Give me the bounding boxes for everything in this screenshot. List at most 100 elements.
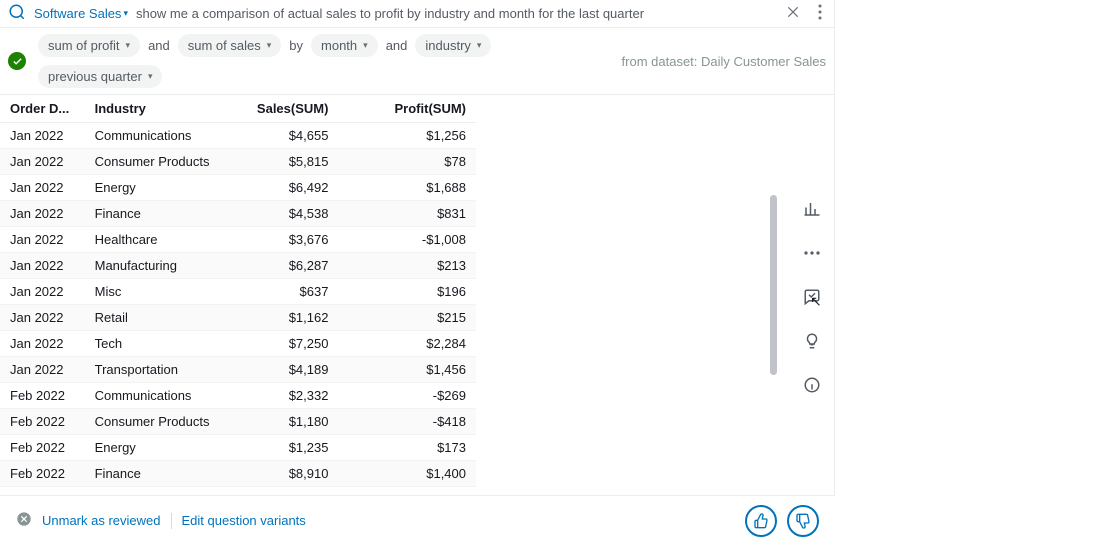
cell-profit: $196 xyxy=(338,279,476,305)
cell-date: Jan 2022 xyxy=(0,201,85,227)
feedback-icon[interactable] xyxy=(798,283,826,311)
cell-date: Feb 2022 xyxy=(0,461,85,487)
table-row[interactable]: Feb 2022Finance$8,910$1,400 xyxy=(0,461,476,487)
cell-date: Jan 2022 xyxy=(0,305,85,331)
chip-sum-of-sales[interactable]: sum of sales▾ xyxy=(178,34,282,57)
footer-bar: Unmark as reviewed Edit question variant… xyxy=(0,495,835,545)
col-order-date[interactable]: Order D... xyxy=(0,95,85,123)
table-row[interactable]: Jan 2022Consumer Products$5,815$78 xyxy=(0,149,476,175)
cell-sales: $4,189 xyxy=(233,357,339,383)
check-circle-icon xyxy=(8,52,26,70)
col-profit[interactable]: Profit(SUM) xyxy=(338,95,476,123)
connector-and-2: and xyxy=(386,38,408,53)
unmark-reviewed-link[interactable]: Unmark as reviewed xyxy=(42,513,161,528)
close-icon[interactable] xyxy=(780,3,806,24)
chip-month[interactable]: month▾ xyxy=(311,34,378,57)
cell-profit: -$418 xyxy=(338,409,476,435)
table-row[interactable]: Jan 2022Healthcare$3,676-$1,008 xyxy=(0,227,476,253)
kebab-menu-icon[interactable] xyxy=(814,2,826,25)
info-icon[interactable] xyxy=(798,371,826,399)
cell-profit: $1,688 xyxy=(338,175,476,201)
cell-sales: $4,655 xyxy=(233,123,339,149)
caret-down-icon: ▾ xyxy=(363,40,368,51)
cell-date: Feb 2022 xyxy=(0,435,85,461)
kw-actual-sales[interactable]: actual sales xyxy=(288,6,357,21)
table-row[interactable]: Jan 2022Energy$6,492$1,688 xyxy=(0,175,476,201)
cell-date: Jan 2022 xyxy=(0,253,85,279)
caret-down-icon: ▾ xyxy=(126,40,131,51)
table-row[interactable]: Jan 2022Transportation$4,189$1,456 xyxy=(0,357,476,383)
quicksight-q-icon xyxy=(8,3,26,24)
cell-industry: Consumer Products xyxy=(85,409,233,435)
table-row[interactable]: Jan 2022Finance$4,538$831 xyxy=(0,201,476,227)
cell-sales: $6,492 xyxy=(233,175,339,201)
caret-down-icon: ▾ xyxy=(123,8,128,19)
cell-date: Jan 2022 xyxy=(0,357,85,383)
cell-profit: $2,284 xyxy=(338,331,476,357)
more-icon[interactable] xyxy=(798,239,826,267)
cell-date: Jan 2022 xyxy=(0,175,85,201)
cell-industry: Tech xyxy=(85,331,233,357)
cell-date: Feb 2022 xyxy=(0,383,85,409)
results-table-wrap[interactable]: Order D... Industry Sales(SUM) Profit(SU… xyxy=(0,95,476,545)
query-text[interactable]: show me a comparison of actual sales to … xyxy=(136,6,772,21)
cell-profit: $78 xyxy=(338,149,476,175)
kw-industry[interactable]: industry xyxy=(424,6,470,21)
side-action-icons xyxy=(798,195,826,399)
table-row[interactable]: Jan 2022Communications$4,655$1,256 xyxy=(0,123,476,149)
connector-and: and xyxy=(148,38,170,53)
chart-icon[interactable] xyxy=(798,195,826,223)
thumbs-up-button[interactable] xyxy=(745,505,777,537)
edit-variants-link[interactable]: Edit question variants xyxy=(182,513,306,528)
cell-profit: $1,400 xyxy=(338,461,476,487)
cell-sales: $6,287 xyxy=(233,253,339,279)
col-industry[interactable]: Industry xyxy=(85,95,233,123)
cell-profit: $215 xyxy=(338,305,476,331)
caret-down-icon: ▾ xyxy=(477,40,482,51)
cell-industry: Consumer Products xyxy=(85,149,233,175)
cell-industry: Communications xyxy=(85,123,233,149)
dataset-info: from dataset: Daily Customer Sales xyxy=(622,54,826,69)
cell-profit: $173 xyxy=(338,435,476,461)
kw-quarter[interactable]: quarter xyxy=(603,6,644,21)
cell-profit: $831 xyxy=(338,201,476,227)
table-row[interactable]: Feb 2022Consumer Products$1,180-$418 xyxy=(0,409,476,435)
table-row[interactable]: Jan 2022Misc$637$196 xyxy=(0,279,476,305)
cell-industry: Healthcare xyxy=(85,227,233,253)
thumbs-down-button[interactable] xyxy=(787,505,819,537)
table-row[interactable]: Jan 2022Retail$1,162$215 xyxy=(0,305,476,331)
cell-sales: $7,250 xyxy=(233,331,339,357)
cell-profit: -$1,008 xyxy=(338,227,476,253)
cell-profit: $1,456 xyxy=(338,357,476,383)
cell-sales: $1,162 xyxy=(233,305,339,331)
divider xyxy=(171,513,172,529)
cell-sales: $4,538 xyxy=(233,201,339,227)
table-row[interactable]: Feb 2022Communications$2,332-$269 xyxy=(0,383,476,409)
table-row[interactable]: Jan 2022Tech$7,250$2,284 xyxy=(0,331,476,357)
cell-industry: Finance xyxy=(85,461,233,487)
cell-industry: Energy xyxy=(85,175,233,201)
cell-date: Jan 2022 xyxy=(0,149,85,175)
cell-industry: Energy xyxy=(85,435,233,461)
kw-month[interactable]: month xyxy=(499,6,535,21)
cell-sales: $1,180 xyxy=(233,409,339,435)
data-source-dropdown[interactable]: Software Sales▾ xyxy=(34,6,128,21)
cell-date: Jan 2022 xyxy=(0,279,85,305)
chip-previous-quarter[interactable]: previous quarter▾ xyxy=(38,65,162,88)
table-row[interactable]: Jan 2022Manufacturing$6,287$213 xyxy=(0,253,476,279)
cell-industry: Communications xyxy=(85,383,233,409)
query-bar: Software Sales▾ show me a comparison of … xyxy=(0,0,834,28)
cell-profit: -$269 xyxy=(338,383,476,409)
kw-profit[interactable]: profit xyxy=(374,6,403,21)
cell-sales: $1,235 xyxy=(233,435,339,461)
col-sales[interactable]: Sales(SUM) xyxy=(233,95,339,123)
cell-profit: $1,256 xyxy=(338,123,476,149)
cell-date: Jan 2022 xyxy=(0,227,85,253)
chip-sum-of-profit[interactable]: sum of profit▾ xyxy=(38,34,140,57)
lightbulb-icon[interactable] xyxy=(798,327,826,355)
table-row[interactable]: Feb 2022Energy$1,235$173 xyxy=(0,435,476,461)
cell-date: Jan 2022 xyxy=(0,123,85,149)
unmark-x-icon[interactable] xyxy=(16,511,32,530)
chip-industry[interactable]: industry▾ xyxy=(415,34,491,57)
scrollbar-thumb[interactable] xyxy=(770,195,777,375)
